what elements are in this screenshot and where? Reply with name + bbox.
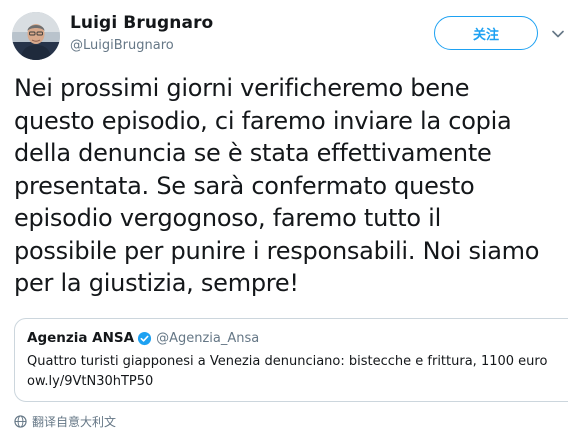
tweet-line: presentata. Se sarà confermato questo	[14, 171, 475, 200]
chevron-down-icon[interactable]	[551, 27, 565, 41]
tweet-line: questo episodio, ci faremo inviare la co…	[14, 106, 512, 135]
tweet-text: Nei prossimi giorni verificheremo bene q…	[14, 72, 554, 300]
author-handle[interactable]: @LuigiBrugnaro	[70, 38, 174, 53]
tweet-line: della denuncia se è stata effettivamente	[14, 139, 492, 167]
tweet-line: per la giustizia, sempre!	[14, 269, 299, 297]
quoted-tweet-header: Agenzia ANSA @Agenzia_Ansa	[27, 330, 259, 346]
quoted-tweet-text: Quattro turisti giapponesi a Venezia den…	[27, 352, 547, 392]
avatar[interactable]	[12, 12, 60, 60]
tweet-line: Nei prossimi giorni verificheremo bene	[14, 74, 470, 102]
quoted-author-name: Agenzia ANSA	[27, 330, 135, 346]
author-name[interactable]: Luigi Brugnaro	[70, 13, 213, 33]
quoted-link[interactable]: ow.ly/9VtN30hTP50	[27, 372, 547, 392]
tweet-line: possibile per punire i responsabili. Noi…	[14, 236, 540, 265]
translate-link[interactable]: 翻译自意大利文	[14, 413, 116, 430]
quoted-author-handle: @Agenzia_Ansa	[156, 330, 260, 346]
quoted-tweet-card[interactable]: Agenzia ANSA @Agenzia_Ansa Quattro turis…	[14, 318, 568, 402]
tweet-line: episodio vergognoso, faremo tutto il	[14, 204, 442, 232]
verified-badge-icon	[137, 331, 152, 346]
follow-button[interactable]: 关注	[434, 16, 538, 50]
translate-label[interactable]: 翻译自意大利文	[32, 413, 116, 430]
quoted-text-line: Quattro turisti giapponesi a Venezia den…	[27, 354, 548, 369]
globe-icon	[14, 415, 27, 428]
